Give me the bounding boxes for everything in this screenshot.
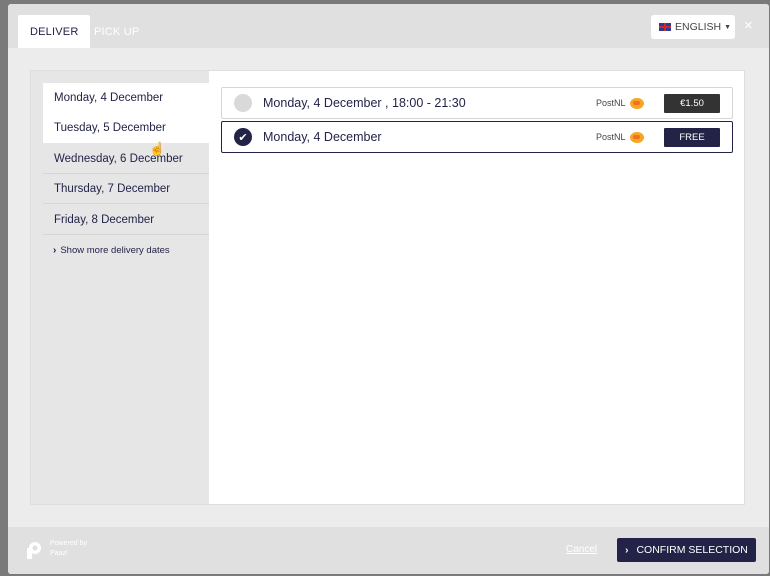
confirm-label: CONFIRM SELECTION <box>636 544 748 556</box>
tab-deliver[interactable]: DELIVER <box>18 15 91 48</box>
modal-header: DELIVER PICK UP ENGLISH ▼ × <box>8 4 769 48</box>
chevron-right-icon: › <box>53 245 57 256</box>
postnl-logo-icon <box>630 131 644 143</box>
hand-cursor-icon: ☝ <box>149 141 166 156</box>
powered-by-line: Powered by <box>50 540 87 547</box>
brand-name: Paazl <box>50 550 68 557</box>
postnl-logo-icon <box>630 97 644 109</box>
date-item-tuesday[interactable]: Tuesday, 5 December <box>43 113 209 143</box>
carrier-name: PostNL <box>596 132 626 142</box>
language-label: ENGLISH <box>675 21 722 33</box>
tab-pickup[interactable]: PICK UP <box>82 15 151 48</box>
close-icon[interactable]: × <box>744 18 753 33</box>
option-label: Monday, 4 December <box>263 130 382 144</box>
carrier-name: PostNL <box>596 98 626 108</box>
cancel-link[interactable]: Cancel <box>566 544 597 555</box>
delivery-modal: DELIVER PICK UP ENGLISH ▼ × Monday, 4 De… <box>8 4 769 574</box>
confirm-selection-button[interactable]: › CONFIRM SELECTION <box>617 538 756 562</box>
radio-unchecked-icon[interactable] <box>234 94 252 112</box>
date-item-monday[interactable]: Monday, 4 December <box>43 83 209 113</box>
chevron-right-icon: › <box>625 544 629 556</box>
content-panel: Monday, 4 December Tuesday, 5 December W… <box>30 70 745 505</box>
date-item-friday[interactable]: Friday, 8 December <box>43 205 209 235</box>
option-label: Monday, 4 December , 18:00 - 21:30 <box>263 96 466 110</box>
checkmark-icon[interactable]: ✔ <box>234 128 252 146</box>
show-more-label: Show more delivery dates <box>60 245 170 256</box>
language-select[interactable]: ENGLISH ▼ <box>651 15 735 39</box>
powered-by-text: Powered by Paazl <box>50 539 87 559</box>
caret-down-icon: ▼ <box>724 23 732 31</box>
price-badge: €1.50 <box>664 93 720 113</box>
date-item-wednesday[interactable]: Wednesday, 6 December <box>43 144 209 174</box>
delivery-option-standard[interactable]: ✔ Monday, 4 December PostNL FREE <box>221 121 733 153</box>
modal-footer: Powered by Paazl Cancel › CONFIRM SELECT… <box>8 527 769 574</box>
show-more-dates-link[interactable]: › Show more delivery dates <box>53 245 170 256</box>
delivery-option-evening[interactable]: Monday, 4 December , 18:00 - 21:30 PostN… <box>221 87 733 119</box>
date-sidebar: Monday, 4 December Tuesday, 5 December W… <box>31 71 209 504</box>
date-item-thursday[interactable]: Thursday, 7 December <box>43 174 209 204</box>
paazl-logo-icon <box>27 542 41 559</box>
price-badge: FREE <box>664 127 720 147</box>
uk-flag-icon <box>659 23 671 31</box>
